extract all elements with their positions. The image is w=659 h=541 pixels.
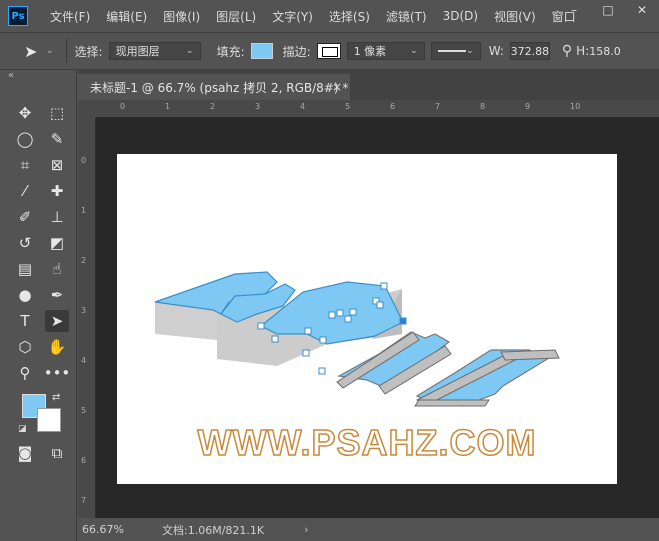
menu-edit[interactable]: 编辑(E) [106, 8, 147, 25]
chevron-down-icon: ⌄ [466, 46, 474, 56]
status-bar: 66.67% 文档:1.06M/821.1K › [78, 518, 659, 541]
maximize-button[interactable]: □ [591, 0, 625, 20]
gradient-tool-icon[interactable]: ▤ [13, 258, 37, 280]
ruler-label: 5 [81, 406, 87, 415]
stroke-color-swatch[interactable] [316, 43, 341, 59]
document-tab[interactable]: 未标题-1 @ 66.7% (psahz 拷贝 2, RGB/8#) * × [78, 74, 350, 100]
menu-bar: Ps 文件(F) 编辑(E) 图像(I) 图层(L) 文字(Y) 选择(S) 滤… [0, 0, 659, 32]
ruler-label: 5 [345, 102, 351, 111]
ruler-label: 4 [300, 102, 306, 111]
select-label: 选择: [74, 44, 103, 59]
fill-label: 填充: [216, 44, 245, 59]
quick-mask-icon[interactable]: ◙ [13, 442, 37, 464]
watermark-text: WWW.PSAHZ.COM [197, 421, 537, 464]
background-color-swatch[interactable] [37, 408, 61, 432]
stroke-width-dropdown[interactable]: 1 像素 ⌄ [346, 42, 425, 60]
ruler-label: 6 [390, 102, 396, 111]
link-icon[interactable]: ⚲ [562, 43, 572, 59]
menu-file[interactable]: 文件(F) [50, 8, 90, 25]
frame-tool-icon[interactable]: ⊠ [45, 154, 69, 176]
quick-select-tool-icon[interactable]: ✎ [45, 128, 69, 150]
close-button[interactable]: ✕ [625, 0, 659, 20]
ruler-label: 0 [120, 102, 126, 111]
ruler-corner [78, 100, 96, 118]
menu-layer[interactable]: 图层(L) [216, 8, 256, 25]
marquee-tool-icon[interactable]: ⬚ [45, 102, 69, 124]
collapse-icon[interactable]: « [8, 70, 14, 81]
tools-panel: « ✥ ⬚ ◯ ✎ ⌗ ⊠ ⁄ ✚ ✐ ⊥ ↺ ◩ ▤ ☝ ● ✒ T ➤ ⬡ … [0, 70, 77, 541]
stroke-width-value: 1 像素 [353, 45, 387, 58]
path-select-tool-icon[interactable]: ➤ [24, 42, 46, 61]
ruler-label: 4 [81, 356, 87, 365]
photoshop-logo-icon: Ps [8, 6, 28, 26]
ruler-label: 7 [81, 496, 87, 505]
document-tab-bar: 未标题-1 @ 66.7% (psahz 拷贝 2, RGB/8#) * × [78, 70, 659, 100]
height-label: H: [576, 44, 590, 58]
ruler-label: 0 [81, 156, 87, 165]
options-bar: ➤ ⌄ 选择: 现用图层 ⌄ 填充: 描边: 1 像素 ⌄ ⌄ W: 372.8… [0, 32, 659, 70]
smudge-tool-icon[interactable]: ☝ [45, 258, 69, 280]
select-layer-dropdown[interactable]: 现用图层 ⌄ [108, 42, 201, 60]
chevron-right-icon[interactable]: › [304, 523, 308, 536]
document-size[interactable]: 文档:1.06M/821.1K [162, 522, 264, 538]
screen-mode-icon[interactable]: ⧉ [45, 442, 69, 464]
select-layer-value: 现用图层 [115, 45, 160, 58]
window-controls: – □ ✕ [557, 0, 659, 20]
menu-filter[interactable]: 滤镜(T) [386, 8, 427, 25]
document-canvas[interactable]: WWW.PSAHZ.COM [117, 154, 617, 484]
crop-tool-icon[interactable]: ⌗ [13, 154, 37, 176]
ruler-label: 8 [480, 102, 486, 111]
width-input[interactable]: 372.88 [509, 42, 550, 60]
menu-3d[interactable]: 3D(D) [443, 9, 478, 23]
pen-tool-icon[interactable]: ✒ [45, 284, 69, 306]
menu-image[interactable]: 图像(I) [163, 8, 200, 25]
eyedropper-tool-icon[interactable]: ⁄ [13, 180, 37, 202]
eraser-tool-icon[interactable]: ◩ [45, 232, 69, 254]
move-tool-icon[interactable]: ✥ [13, 102, 37, 124]
ruler-label: 1 [81, 206, 87, 215]
chevron-down-icon: ⌄ [186, 46, 194, 56]
more-tools-icon[interactable]: ••• [44, 362, 71, 384]
stroke-label: 描边: [282, 44, 311, 59]
brush-tool-icon[interactable]: ✐ [13, 206, 37, 228]
path-selection-tool-icon[interactable]: ➤ [45, 310, 69, 332]
menu-view[interactable]: 视图(V) [494, 8, 536, 25]
menu-select[interactable]: 选择(S) [329, 8, 370, 25]
swap-colors-icon[interactable]: ⇄ [52, 392, 60, 403]
ruler-label: 6 [81, 456, 87, 465]
lasso-tool-icon[interactable]: ◯ [13, 128, 37, 150]
minimize-button[interactable]: – [557, 0, 591, 20]
ruler-label: 9 [525, 102, 531, 111]
chevron-down-icon[interactable]: ⌄ [46, 46, 54, 56]
zoom-tool-icon[interactable]: ⚲ [13, 362, 37, 384]
menu-type[interactable]: 文字(Y) [272, 8, 313, 25]
history-brush-tool-icon[interactable]: ↺ [13, 232, 37, 254]
healing-brush-tool-icon[interactable]: ✚ [45, 180, 69, 202]
ruler-label: 3 [255, 102, 261, 111]
document-tab-title: 未标题-1 @ 66.7% (psahz 拷贝 2, RGB/8#) * [90, 80, 349, 95]
dodge-tool-icon[interactable]: ● [13, 284, 37, 306]
hand-tool-icon[interactable]: ✋ [45, 336, 69, 358]
stamp-tool-icon[interactable]: ⊥ [45, 206, 69, 228]
default-colors-icon[interactable]: ◪ [18, 424, 27, 434]
ruler-label: 1 [165, 102, 171, 111]
ruler-label: 10 [570, 102, 581, 111]
stroke-type-dropdown[interactable]: ⌄ [430, 42, 481, 60]
vertical-ruler: 0 1 2 3 4 5 6 7 [78, 118, 96, 518]
height-input[interactable]: 158.0 [589, 45, 621, 58]
divider [65, 39, 67, 63]
zoom-level[interactable]: 66.67% [82, 523, 162, 536]
stroke-line-icon [437, 50, 466, 52]
close-tab-icon[interactable]: × [332, 80, 342, 94]
chevron-down-icon: ⌄ [410, 46, 418, 56]
fill-color-swatch[interactable] [250, 43, 273, 59]
ruler-label: 2 [210, 102, 216, 111]
ruler-label: 7 [435, 102, 441, 111]
horizontal-ruler: 0 1 2 3 4 5 6 7 8 9 10 [96, 100, 659, 118]
ruler-label: 3 [81, 306, 87, 315]
type-tool-icon[interactable]: T [13, 310, 37, 332]
width-label: W: [488, 44, 504, 58]
shape-tool-icon[interactable]: ⬡ [13, 336, 37, 358]
ruler-label: 2 [81, 256, 87, 265]
